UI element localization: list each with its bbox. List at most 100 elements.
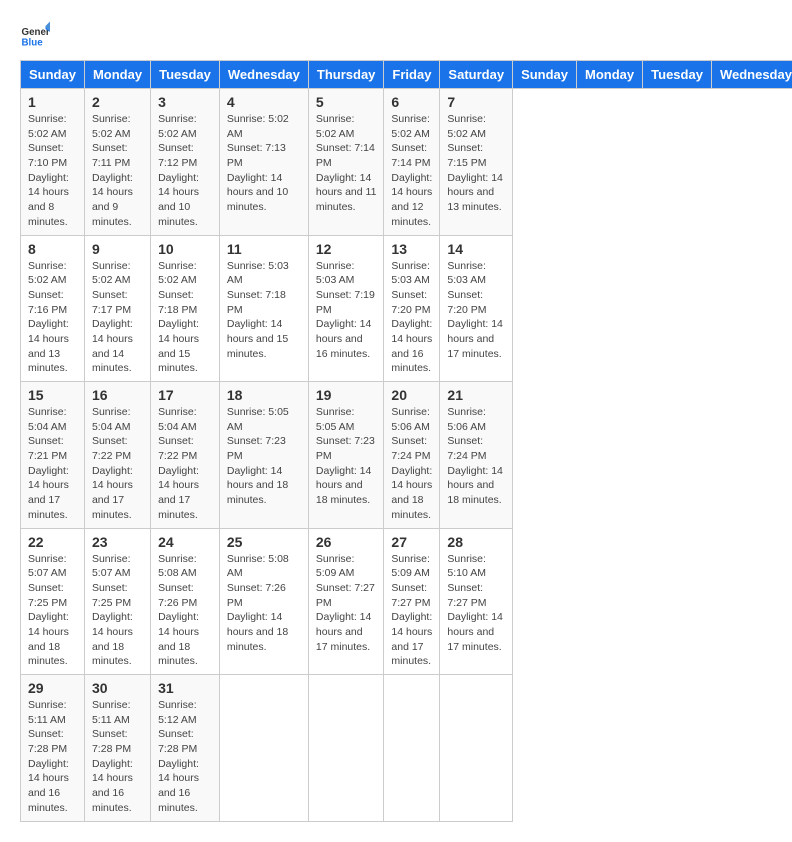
page-header: General Blue bbox=[20, 20, 772, 50]
day-info: Sunrise: 5:02 AM Sunset: 7:10 PM Dayligh… bbox=[28, 112, 77, 230]
day-info: Sunrise: 5:02 AM Sunset: 7:13 PM Dayligh… bbox=[227, 112, 301, 215]
day-number: 13 bbox=[391, 241, 432, 257]
day-info: Sunrise: 5:03 AM Sunset: 7:20 PM Dayligh… bbox=[447, 259, 505, 362]
day-info: Sunrise: 5:05 AM Sunset: 7:23 PM Dayligh… bbox=[227, 405, 301, 508]
calendar-cell: 7 Sunrise: 5:02 AM Sunset: 7:15 PM Dayli… bbox=[440, 89, 513, 236]
logo: General Blue bbox=[20, 20, 50, 50]
day-number: 4 bbox=[227, 94, 301, 110]
calendar-week-4: 22 Sunrise: 5:07 AM Sunset: 7:25 PM Dayl… bbox=[21, 528, 792, 675]
day-info: Sunrise: 5:04 AM Sunset: 7:21 PM Dayligh… bbox=[28, 405, 77, 523]
day-number: 30 bbox=[92, 680, 143, 696]
day-info: Sunrise: 5:04 AM Sunset: 7:22 PM Dayligh… bbox=[158, 405, 212, 523]
day-number: 24 bbox=[158, 534, 212, 550]
calendar-cell: 17 Sunrise: 5:04 AM Sunset: 7:22 PM Dayl… bbox=[151, 382, 220, 529]
calendar-cell: 11 Sunrise: 5:03 AM Sunset: 7:18 PM Dayl… bbox=[219, 235, 308, 382]
calendar-cell: 5 Sunrise: 5:02 AM Sunset: 7:14 PM Dayli… bbox=[308, 89, 384, 236]
day-info: Sunrise: 5:06 AM Sunset: 7:24 PM Dayligh… bbox=[391, 405, 432, 523]
day-info: Sunrise: 5:10 AM Sunset: 7:27 PM Dayligh… bbox=[447, 552, 505, 655]
day-number: 20 bbox=[391, 387, 432, 403]
day-number: 10 bbox=[158, 241, 212, 257]
calendar-cell: 6 Sunrise: 5:02 AM Sunset: 7:14 PM Dayli… bbox=[384, 89, 440, 236]
calendar-cell: 1 Sunrise: 5:02 AM Sunset: 7:10 PM Dayli… bbox=[21, 89, 85, 236]
day-number: 25 bbox=[227, 534, 301, 550]
day-info: Sunrise: 5:08 AM Sunset: 7:26 PM Dayligh… bbox=[227, 552, 301, 655]
day-info: Sunrise: 5:09 AM Sunset: 7:27 PM Dayligh… bbox=[391, 552, 432, 670]
day-info: Sunrise: 5:02 AM Sunset: 7:12 PM Dayligh… bbox=[158, 112, 212, 230]
day-number: 27 bbox=[391, 534, 432, 550]
day-number: 23 bbox=[92, 534, 143, 550]
calendar-cell: 22 Sunrise: 5:07 AM Sunset: 7:25 PM Dayl… bbox=[21, 528, 85, 675]
calendar-cell bbox=[308, 675, 384, 822]
day-info: Sunrise: 5:07 AM Sunset: 7:25 PM Dayligh… bbox=[92, 552, 143, 670]
calendar-cell: 4 Sunrise: 5:02 AM Sunset: 7:13 PM Dayli… bbox=[219, 89, 308, 236]
logo-icon: General Blue bbox=[20, 20, 50, 50]
calendar-header-row: SundayMondayTuesdayWednesdayThursdayFrid… bbox=[21, 61, 792, 89]
day-info: Sunrise: 5:06 AM Sunset: 7:24 PM Dayligh… bbox=[447, 405, 505, 508]
calendar-cell: 20 Sunrise: 5:06 AM Sunset: 7:24 PM Dayl… bbox=[384, 382, 440, 529]
header-friday: Friday bbox=[384, 61, 440, 89]
calendar-cell: 2 Sunrise: 5:02 AM Sunset: 7:11 PM Dayli… bbox=[84, 89, 150, 236]
header-monday: Monday bbox=[84, 61, 150, 89]
day-info: Sunrise: 5:02 AM Sunset: 7:16 PM Dayligh… bbox=[28, 259, 77, 377]
day-info: Sunrise: 5:12 AM Sunset: 7:28 PM Dayligh… bbox=[158, 698, 212, 816]
day-number: 18 bbox=[227, 387, 301, 403]
header-sunday: Sunday bbox=[513, 61, 577, 89]
header-thursday: Thursday bbox=[308, 61, 384, 89]
calendar-cell: 25 Sunrise: 5:08 AM Sunset: 7:26 PM Dayl… bbox=[219, 528, 308, 675]
calendar-cell: 8 Sunrise: 5:02 AM Sunset: 7:16 PM Dayli… bbox=[21, 235, 85, 382]
calendar-week-2: 8 Sunrise: 5:02 AM Sunset: 7:16 PM Dayli… bbox=[21, 235, 792, 382]
day-info: Sunrise: 5:03 AM Sunset: 7:19 PM Dayligh… bbox=[316, 259, 377, 362]
calendar-cell: 15 Sunrise: 5:04 AM Sunset: 7:21 PM Dayl… bbox=[21, 382, 85, 529]
calendar-week-1: 1 Sunrise: 5:02 AM Sunset: 7:10 PM Dayli… bbox=[21, 89, 792, 236]
day-number: 11 bbox=[227, 241, 301, 257]
day-number: 17 bbox=[158, 387, 212, 403]
day-number: 1 bbox=[28, 94, 77, 110]
day-number: 15 bbox=[28, 387, 77, 403]
day-number: 2 bbox=[92, 94, 143, 110]
calendar-cell: 24 Sunrise: 5:08 AM Sunset: 7:26 PM Dayl… bbox=[151, 528, 220, 675]
day-number: 6 bbox=[391, 94, 432, 110]
day-number: 19 bbox=[316, 387, 377, 403]
day-number: 8 bbox=[28, 241, 77, 257]
header-sunday: Sunday bbox=[21, 61, 85, 89]
day-info: Sunrise: 5:05 AM Sunset: 7:23 PM Dayligh… bbox=[316, 405, 377, 508]
day-info: Sunrise: 5:11 AM Sunset: 7:28 PM Dayligh… bbox=[92, 698, 143, 816]
svg-text:Blue: Blue bbox=[22, 38, 44, 49]
calendar-cell: 14 Sunrise: 5:03 AM Sunset: 7:20 PM Dayl… bbox=[440, 235, 513, 382]
calendar-week-3: 15 Sunrise: 5:04 AM Sunset: 7:21 PM Dayl… bbox=[21, 382, 792, 529]
day-info: Sunrise: 5:04 AM Sunset: 7:22 PM Dayligh… bbox=[92, 405, 143, 523]
calendar-cell: 18 Sunrise: 5:05 AM Sunset: 7:23 PM Dayl… bbox=[219, 382, 308, 529]
header-monday: Monday bbox=[577, 61, 643, 89]
day-number: 7 bbox=[447, 94, 505, 110]
day-number: 28 bbox=[447, 534, 505, 550]
day-info: Sunrise: 5:02 AM Sunset: 7:11 PM Dayligh… bbox=[92, 112, 143, 230]
day-number: 9 bbox=[92, 241, 143, 257]
calendar-cell: 31 Sunrise: 5:12 AM Sunset: 7:28 PM Dayl… bbox=[151, 675, 220, 822]
day-info: Sunrise: 5:07 AM Sunset: 7:25 PM Dayligh… bbox=[28, 552, 77, 670]
day-info: Sunrise: 5:02 AM Sunset: 7:15 PM Dayligh… bbox=[447, 112, 505, 215]
header-wednesday: Wednesday bbox=[219, 61, 308, 89]
calendar-cell bbox=[440, 675, 513, 822]
day-number: 12 bbox=[316, 241, 377, 257]
day-number: 3 bbox=[158, 94, 212, 110]
header-tuesday: Tuesday bbox=[151, 61, 220, 89]
calendar-cell: 26 Sunrise: 5:09 AM Sunset: 7:27 PM Dayl… bbox=[308, 528, 384, 675]
calendar-cell: 3 Sunrise: 5:02 AM Sunset: 7:12 PM Dayli… bbox=[151, 89, 220, 236]
day-number: 26 bbox=[316, 534, 377, 550]
calendar-cell: 29 Sunrise: 5:11 AM Sunset: 7:28 PM Dayl… bbox=[21, 675, 85, 822]
header-tuesday: Tuesday bbox=[643, 61, 712, 89]
day-info: Sunrise: 5:02 AM Sunset: 7:14 PM Dayligh… bbox=[391, 112, 432, 230]
day-info: Sunrise: 5:09 AM Sunset: 7:27 PM Dayligh… bbox=[316, 552, 377, 655]
calendar-table: SundayMondayTuesdayWednesdayThursdayFrid… bbox=[20, 60, 792, 822]
day-info: Sunrise: 5:08 AM Sunset: 7:26 PM Dayligh… bbox=[158, 552, 212, 670]
calendar-cell: 27 Sunrise: 5:09 AM Sunset: 7:27 PM Dayl… bbox=[384, 528, 440, 675]
day-number: 21 bbox=[447, 387, 505, 403]
calendar-cell: 13 Sunrise: 5:03 AM Sunset: 7:20 PM Dayl… bbox=[384, 235, 440, 382]
calendar-cell: 21 Sunrise: 5:06 AM Sunset: 7:24 PM Dayl… bbox=[440, 382, 513, 529]
day-info: Sunrise: 5:02 AM Sunset: 7:14 PM Dayligh… bbox=[316, 112, 377, 215]
day-info: Sunrise: 5:03 AM Sunset: 7:20 PM Dayligh… bbox=[391, 259, 432, 377]
calendar-cell: 23 Sunrise: 5:07 AM Sunset: 7:25 PM Dayl… bbox=[84, 528, 150, 675]
day-number: 5 bbox=[316, 94, 377, 110]
day-number: 22 bbox=[28, 534, 77, 550]
calendar-cell bbox=[219, 675, 308, 822]
